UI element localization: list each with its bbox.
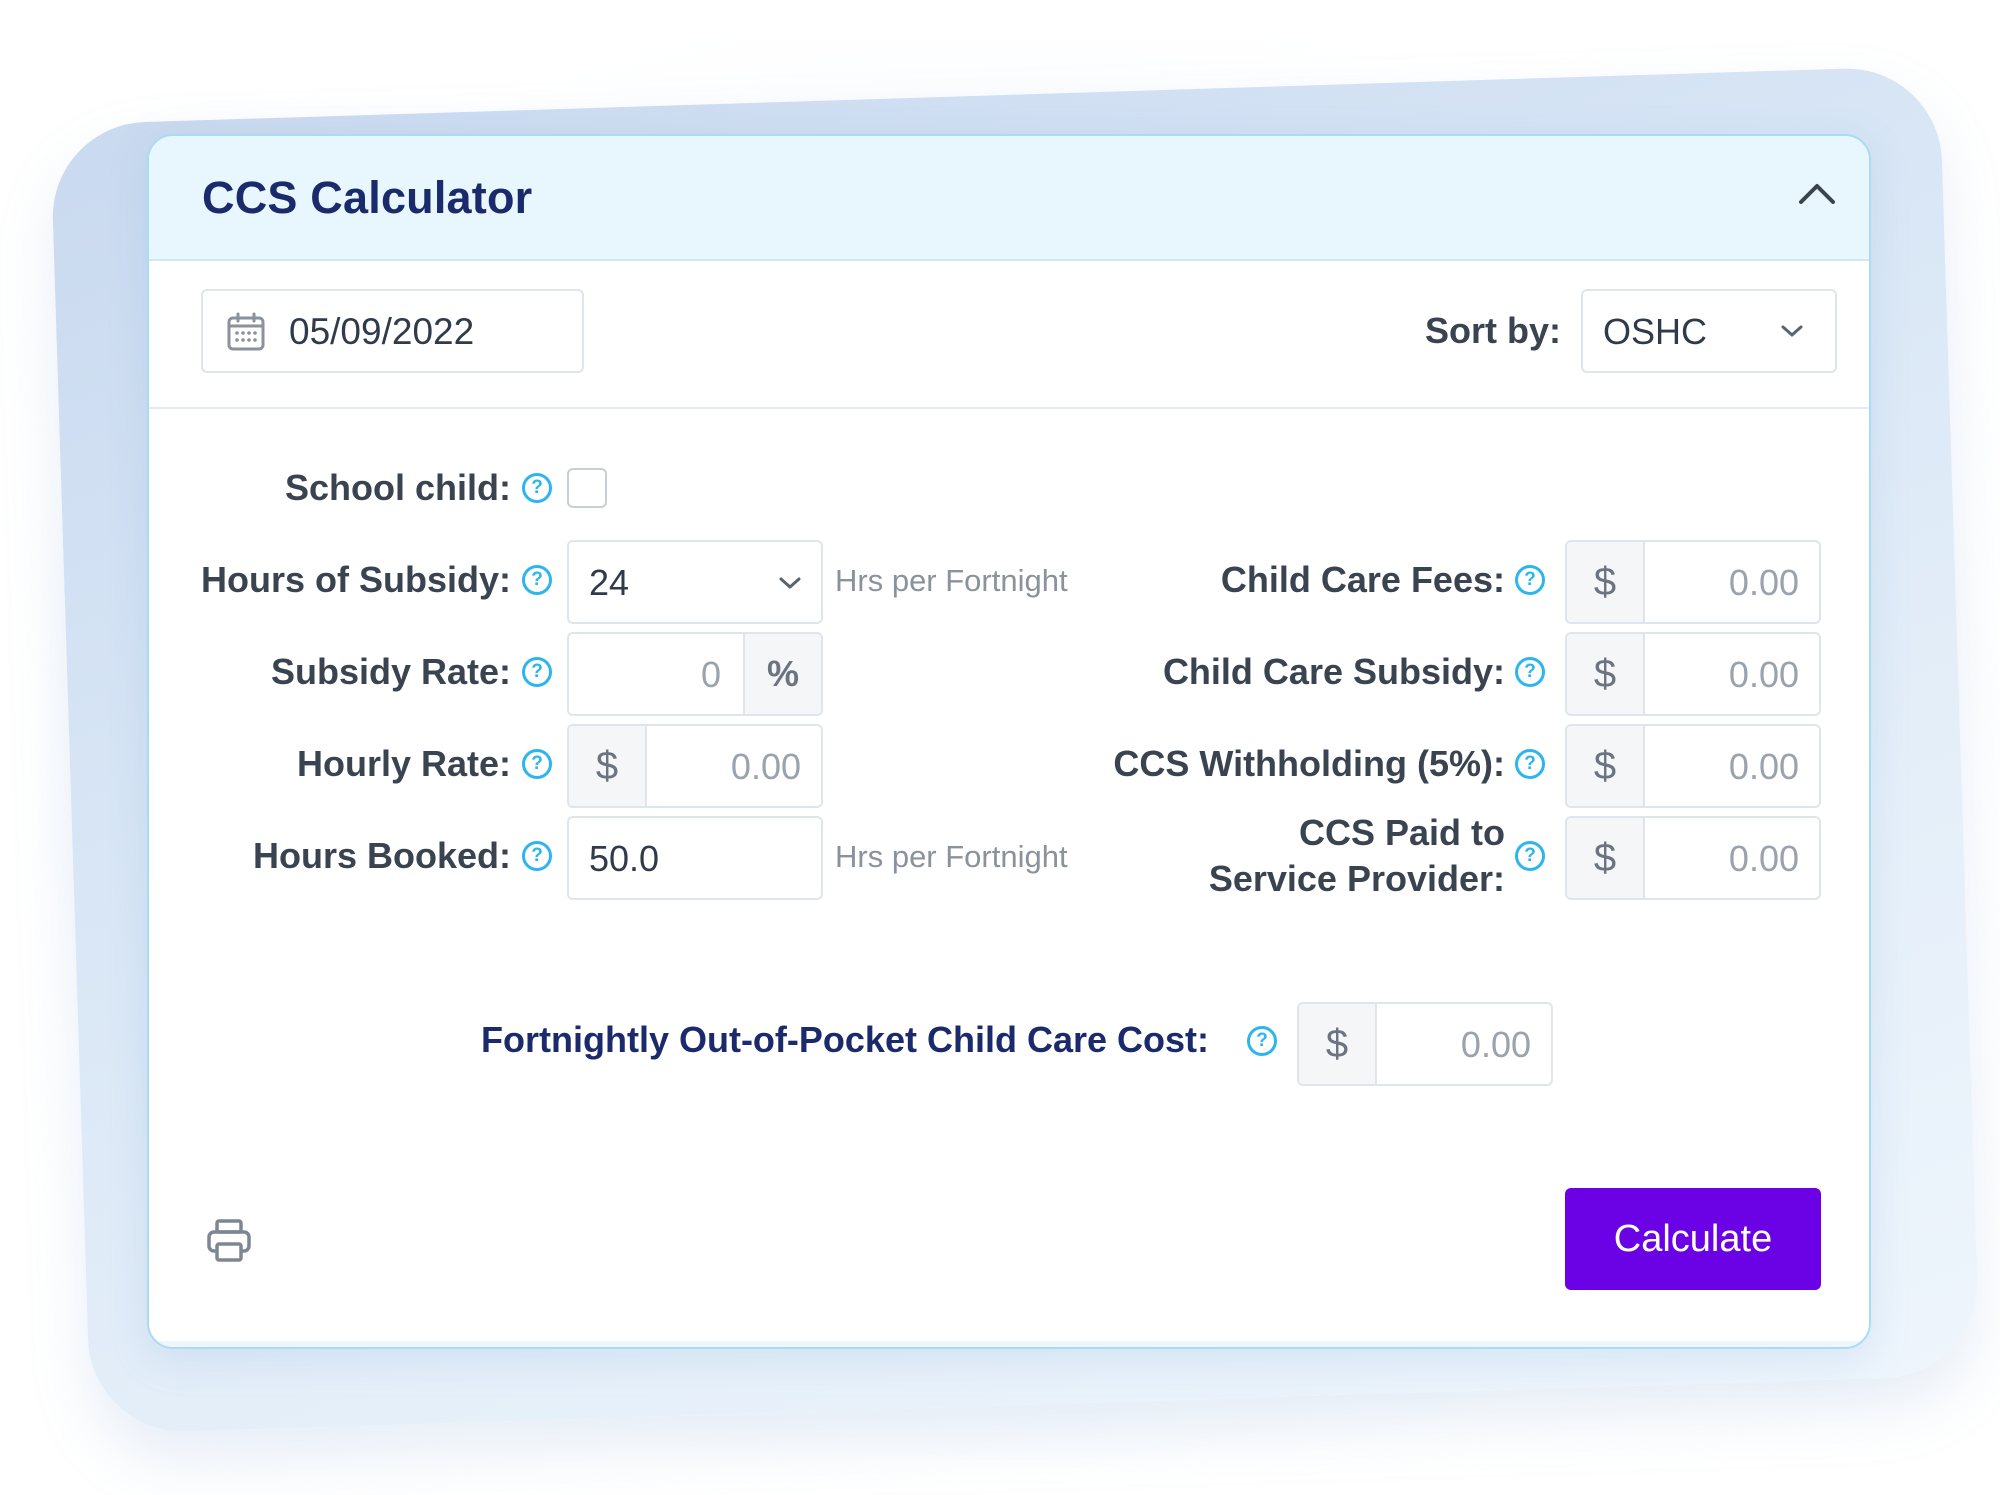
school-child-label: School child: xyxy=(284,467,511,508)
hourly-rate-input[interactable]: $ 0.00 xyxy=(567,724,823,808)
child-care-fees-label: Child Care Fees: xyxy=(1220,559,1505,600)
hourly-rate-value: 0.00 xyxy=(730,746,801,787)
print-button[interactable] xyxy=(204,1216,254,1266)
help-icon[interactable]: ? xyxy=(522,841,552,871)
percent-addon: % xyxy=(743,634,821,714)
dollar-addon: $ xyxy=(1567,634,1645,714)
printer-icon xyxy=(207,1219,251,1262)
hours-of-subsidy-select[interactable]: 24 xyxy=(567,540,823,624)
ccs-paid-label-line2: Service Provider: xyxy=(1208,858,1505,899)
ccs-paid-label-line1: CCS Paid to xyxy=(1298,812,1505,853)
chevron-down-icon xyxy=(779,577,801,589)
card-header: CCS Calculator xyxy=(149,136,1869,261)
hours-booked-input[interactable]: 50.0 xyxy=(567,816,823,900)
dollar-addon: $ xyxy=(1567,818,1645,898)
child-care-subsidy-value: 0.00 xyxy=(1728,654,1799,695)
out-of-pocket-input[interactable]: $ 0.00 xyxy=(1297,1002,1553,1086)
out-of-pocket-value: 0.00 xyxy=(1460,1024,1531,1065)
ccs-withholding-label: CCS Withholding (5%): xyxy=(1113,743,1505,784)
child-care-fees-value: 0.00 xyxy=(1728,562,1799,603)
dollar-addon: $ xyxy=(1567,542,1645,622)
hours-booked-value: 50.0 xyxy=(589,838,660,879)
calendar-icon xyxy=(227,312,265,351)
child-care-subsidy-input[interactable]: $ 0.00 xyxy=(1565,632,1821,716)
dollar-addon: $ xyxy=(569,726,647,806)
subsidy-rate-input[interactable]: 0 % xyxy=(567,632,823,716)
ccs-paid-input[interactable]: $ 0.00 xyxy=(1565,816,1821,900)
subsidy-rate-label: Subsidy Rate: xyxy=(270,651,511,692)
help-icon[interactable]: ? xyxy=(522,749,552,779)
ccs-withholding-value: 0.00 xyxy=(1728,746,1799,787)
hourly-rate-label: Hourly Rate: xyxy=(296,743,511,784)
card-bottom-strip xyxy=(149,1341,1869,1347)
chevron-down-icon xyxy=(1781,325,1803,337)
date-value: 05/09/2022 xyxy=(289,311,475,352)
hours-of-subsidy-label: Hours of Subsidy: xyxy=(200,559,511,600)
hours-of-subsidy-value: 24 xyxy=(589,562,630,603)
collapse-button[interactable] xyxy=(1787,164,1847,224)
hours-booked-label: Hours Booked: xyxy=(252,835,511,876)
help-icon[interactable]: ? xyxy=(522,473,552,503)
out-of-pocket-label: Fortnightly Out-of-Pocket Child Care Cos… xyxy=(481,1019,1209,1060)
sort-by-select[interactable]: OSHC xyxy=(1581,289,1837,373)
help-icon[interactable]: ? xyxy=(1515,565,1545,595)
calculate-button[interactable]: Calculate xyxy=(1565,1188,1821,1290)
ccs-calculator-card: CCS Calculator 05/09/2022 Sort by: OSHC … xyxy=(147,134,1871,1349)
child-care-subsidy-label: Child Care Subsidy: xyxy=(1162,651,1505,692)
chevron-up-icon xyxy=(1799,184,1835,204)
sort-by-label: Sort by: xyxy=(1425,310,1562,351)
ccs-paid-value: 0.00 xyxy=(1728,838,1799,879)
card-title: CCS Calculator xyxy=(202,172,533,223)
help-icon[interactable]: ? xyxy=(522,565,552,595)
subsidy-rate-value: 0 xyxy=(700,654,721,695)
dollar-addon: $ xyxy=(1567,726,1645,806)
toolbar-divider xyxy=(149,407,1869,409)
help-icon[interactable]: ? xyxy=(1515,657,1545,687)
help-icon[interactable]: ? xyxy=(1515,841,1545,871)
child-care-fees-input[interactable]: $ 0.00 xyxy=(1565,540,1821,624)
sort-by-value: OSHC xyxy=(1603,311,1708,352)
hours-of-subsidy-unit: Hrs per Fortnight xyxy=(835,563,1068,598)
ccs-withholding-input[interactable]: $ 0.00 xyxy=(1565,724,1821,808)
help-icon[interactable]: ? xyxy=(522,657,552,687)
date-picker[interactable]: 05/09/2022 xyxy=(201,289,584,373)
help-icon[interactable]: ? xyxy=(1515,749,1545,779)
school-child-checkbox[interactable] xyxy=(567,468,607,508)
hours-booked-unit: Hrs per Fortnight xyxy=(835,839,1068,874)
help-icon[interactable]: ? xyxy=(1247,1026,1277,1056)
dollar-addon: $ xyxy=(1299,1004,1377,1084)
